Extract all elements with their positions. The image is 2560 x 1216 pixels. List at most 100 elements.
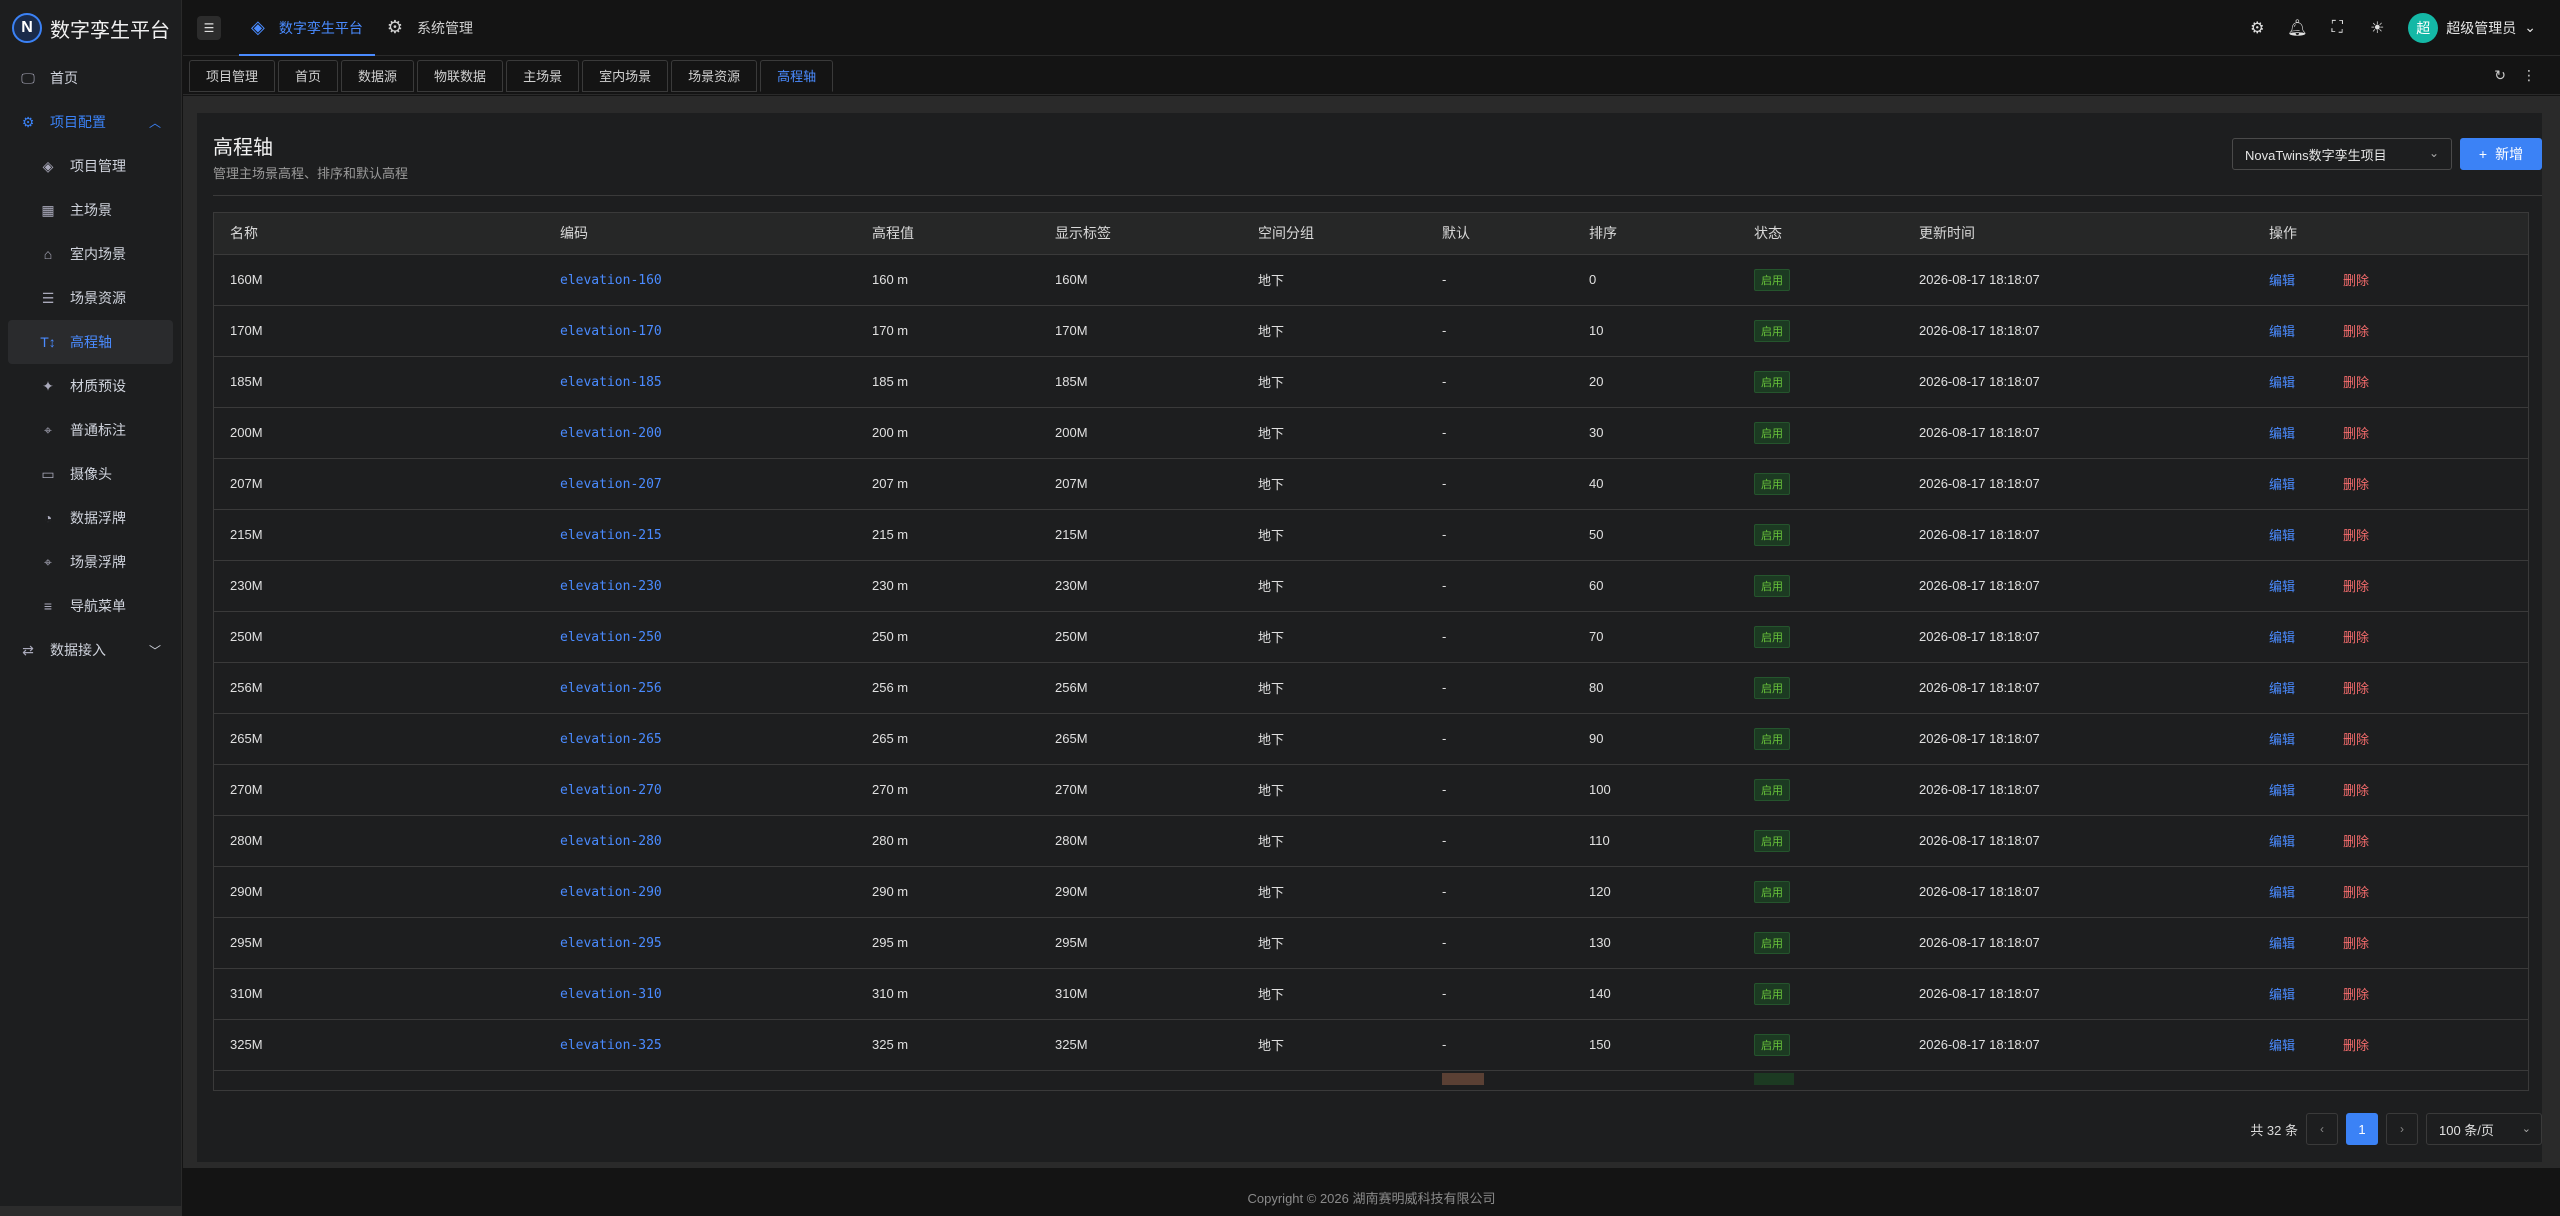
add-button[interactable]: + 新增 <box>2460 138 2542 170</box>
sidebar-item[interactable]: ☰ 场景资源 <box>0 276 181 320</box>
delete-button[interactable]: 删除 <box>2343 732 2369 747</box>
delete-button[interactable]: 删除 <box>2343 273 2369 288</box>
delete-button[interactable]: 删除 <box>2343 579 2369 594</box>
more-icon[interactable]: ⋮ <box>2522 67 2536 84</box>
table-cell: 地下 <box>1242 254 1426 306</box>
tab[interactable]: 主场景 <box>506 59 580 92</box>
code-link[interactable]: elevation-295 <box>560 936 662 951</box>
refresh-icon[interactable]: ↻ <box>2494 67 2506 84</box>
actions-cell: 编辑 删除 <box>2253 968 2528 1020</box>
code-link[interactable]: elevation-200 <box>560 426 662 441</box>
monitor-icon: 🖵 <box>21 69 35 86</box>
sidebar-item[interactable]: T↕ 高程轴 <box>8 320 173 364</box>
code-link[interactable]: elevation-170 <box>560 324 662 339</box>
sidebar-item[interactable]: ⌖ 场景浮牌 <box>0 540 181 584</box>
sidebar-item-label: 数据浮牌 <box>70 510 126 526</box>
sidebar-item[interactable]: ✦ 材质预设 <box>0 364 181 408</box>
edit-button[interactable]: 编辑 <box>2269 681 2295 696</box>
code-link[interactable]: elevation-185 <box>560 375 662 390</box>
delete-button[interactable]: 删除 <box>2343 375 2369 390</box>
code-link[interactable]: elevation-325 <box>560 1038 662 1053</box>
sidebar-item[interactable]: ▭ 摄像头 <box>0 452 181 496</box>
code-link[interactable]: elevation-280 <box>560 834 662 849</box>
code-link[interactable]: elevation-215 <box>560 528 662 543</box>
edit-button[interactable]: 编辑 <box>2269 1038 2295 1053</box>
code-link[interactable]: elevation-290 <box>560 885 662 900</box>
edit-button[interactable]: 编辑 <box>2269 987 2295 1002</box>
table-cell: - <box>1426 815 1573 867</box>
table-cell: - <box>1426 1019 1573 1071</box>
next-page-icon[interactable]: › <box>2386 1113 2418 1145</box>
sidebar-item[interactable]: ⚙ 项目配置 ︿ <box>0 100 181 144</box>
edit-button[interactable]: 编辑 <box>2269 885 2295 900</box>
sidebar-scrollbar[interactable] <box>0 1206 182 1216</box>
bell-icon[interactable]: 🔔︎ <box>2287 19 2307 37</box>
code-link[interactable]: elevation-250 <box>560 630 662 645</box>
delete-button[interactable]: 删除 <box>2343 936 2369 951</box>
code-link[interactable]: elevation-265 <box>560 732 662 747</box>
sidebar-item[interactable]: 🖵 首页 <box>0 56 181 100</box>
delete-button[interactable]: 删除 <box>2343 783 2369 798</box>
sidebar-item[interactable]: ⌖ 普通标注 <box>0 408 181 452</box>
app-logo[interactable]: N 数字孪生平台 <box>0 0 181 56</box>
project-select[interactable]: NovaTwins数字孪生项目 ⌄ <box>2232 138 2452 170</box>
code-cell: elevation-170 <box>544 305 856 357</box>
sidebar-item[interactable]: ◔ 数据浮牌 <box>0 496 181 540</box>
edit-button[interactable]: 编辑 <box>2269 834 2295 849</box>
tab[interactable]: 项目管理 <box>189 59 276 92</box>
delete-button[interactable]: 删除 <box>2343 630 2369 645</box>
edit-button[interactable]: 编辑 <box>2269 477 2295 492</box>
tab[interactable]: 场景资源 <box>671 59 758 92</box>
code-link[interactable]: elevation-207 <box>560 477 662 492</box>
tab[interactable]: 数据源 <box>341 59 415 92</box>
delete-button[interactable]: 删除 <box>2343 477 2369 492</box>
topnav-digital-twin[interactable]: ◈ 数字孪生平台 <box>239 0 375 56</box>
edit-button[interactable]: 编辑 <box>2269 426 2295 441</box>
delete-button[interactable]: 删除 <box>2343 426 2369 441</box>
theme-toggle-icon[interactable]: ☀ <box>2368 19 2386 37</box>
table-row: 215M elevation-215 215 m 215M 地下 -50 启用 2026-08… <box>214 509 2528 561</box>
delete-button[interactable]: 删除 <box>2343 834 2369 849</box>
sidebar-item[interactable]: ≡ 导航菜单 <box>0 584 181 628</box>
topnav-system[interactable]: ⚙ 系统管理 <box>375 0 485 56</box>
sidebar-item[interactable]: ⇄ 数据接入 ﹀ <box>0 628 181 672</box>
delete-button[interactable]: 删除 <box>2343 987 2369 1002</box>
sidebar-item[interactable]: ◈ 项目管理 <box>0 144 181 188</box>
code-link[interactable]: elevation-256 <box>560 681 662 696</box>
edit-button[interactable]: 编辑 <box>2269 528 2295 543</box>
tab[interactable]: 物联数据 <box>417 59 504 92</box>
edit-button[interactable]: 编辑 <box>2269 783 2295 798</box>
code-link[interactable]: elevation-310 <box>560 987 662 1002</box>
edit-button[interactable]: 编辑 <box>2269 375 2295 390</box>
collapse-sidebar-icon[interactable]: ☰ <box>197 15 221 40</box>
delete-button[interactable]: 删除 <box>2343 528 2369 543</box>
delete-button[interactable]: 删除 <box>2343 681 2369 696</box>
user-menu[interactable]: 超 超级管理员 ⌄ <box>2408 12 2536 43</box>
edit-button[interactable]: 编辑 <box>2269 630 2295 645</box>
table-cell: 270 m <box>856 764 1039 816</box>
fullscreen-icon[interactable]: ⛶ <box>2328 19 2346 37</box>
code-link[interactable]: elevation-160 <box>560 273 662 288</box>
tab[interactable]: 室内场景 <box>582 59 669 92</box>
code-link[interactable]: elevation-270 <box>560 783 662 798</box>
edit-button[interactable]: 编辑 <box>2269 732 2295 747</box>
table-cell: 170M <box>214 305 544 357</box>
page-size-select[interactable]: 100 条/页 ⌄ <box>2426 1113 2542 1145</box>
delete-button[interactable]: 删除 <box>2343 1038 2369 1053</box>
edit-button[interactable]: 编辑 <box>2269 579 2295 594</box>
edit-button[interactable]: 编辑 <box>2269 936 2295 951</box>
code-link[interactable]: elevation-230 <box>560 579 662 594</box>
tab[interactable]: 首页 <box>278 59 339 92</box>
prev-page-icon[interactable]: ‹ <box>2306 1113 2338 1145</box>
table-cell: 295 m <box>856 917 1039 969</box>
edit-button[interactable]: 编辑 <box>2269 324 2295 339</box>
sidebar-item[interactable]: ▦ 主场景 <box>0 188 181 232</box>
delete-button[interactable]: 删除 <box>2343 324 2369 339</box>
page-number[interactable]: 1 <box>2346 1113 2378 1145</box>
edit-button[interactable]: 编辑 <box>2269 273 2295 288</box>
settings-icon[interactable]: ⚙ <box>2248 19 2266 37</box>
delete-button[interactable]: 删除 <box>2343 885 2369 900</box>
sidebar-item[interactable]: ⌂ 室内场景 <box>0 232 181 276</box>
table-cell: 215M <box>214 509 544 561</box>
tab[interactable]: 高程轴 <box>760 59 834 92</box>
